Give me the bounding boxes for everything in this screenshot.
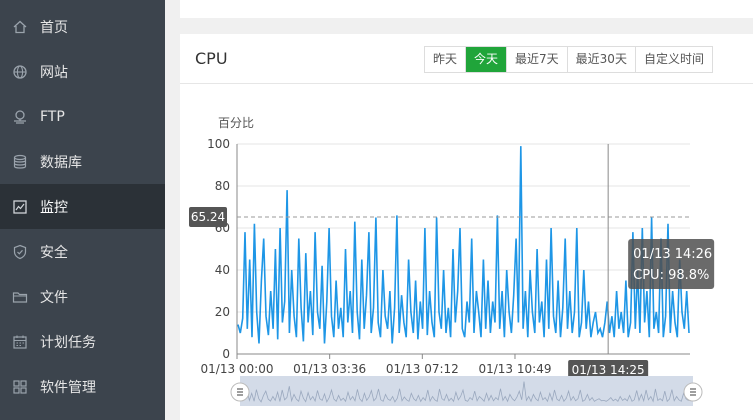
database-icon: [12, 154, 28, 170]
cpu-panel: CPU 昨天 今天 最近7天 最近30天 自定义时间 百分比 0 20 40 60 80…: [180, 34, 753, 420]
sidebar-item-label: 监控: [40, 199, 68, 216]
app-window: 首页 网站 FTP 数据库 监控 安全 文件 计划任务 软件管理 CPU 昨天 …: [0, 0, 753, 420]
y-axis-title: 百分比: [218, 116, 254, 130]
zoom-handle-left[interactable]: [230, 382, 250, 402]
y-tick-label: 80: [215, 179, 230, 193]
ftp-icon: [12, 109, 28, 125]
sidebar-item-cron[interactable]: 计划任务: [0, 319, 165, 364]
sidebar-item-security[interactable]: 安全: [0, 229, 165, 274]
zoom-handle-right[interactable]: [683, 382, 703, 402]
sidebar-item-label: 首页: [40, 19, 68, 36]
zoom-slider[interactable]: [230, 376, 703, 406]
previous-panel: [180, 0, 753, 18]
tooltip-time: 01/13 14:26: [633, 247, 712, 262]
sidebar-item-label: FTP: [40, 108, 65, 125]
x-tick-label: 01/13 10:49: [478, 362, 551, 376]
globe-icon: [12, 64, 28, 80]
monitor-icon: [12, 199, 28, 215]
y-tick-label: 20: [215, 305, 230, 319]
tooltip-value: CPU: 98.8%: [633, 268, 709, 283]
x-tick-label: 01/13 07:12: [386, 362, 459, 376]
y-tick-label: 100: [207, 137, 230, 151]
home-icon: [12, 19, 28, 35]
sidebar-item-websites[interactable]: 网站: [0, 49, 165, 94]
x-tick-label: 01/13 03:36: [293, 362, 366, 376]
x-tick-label: 01/13 00:00: [201, 362, 274, 376]
sidebar-item-monitor[interactable]: 监控: [0, 184, 165, 229]
sidebar-item-database[interactable]: 数据库: [0, 139, 165, 184]
sidebar-item-files[interactable]: 文件: [0, 274, 165, 319]
crosshair-value-tag: 65.24: [189, 206, 227, 227]
sidebar-item-label: 软件管理: [40, 379, 96, 396]
calendar-icon: [12, 334, 28, 350]
sidebar-item-label: 网站: [40, 64, 68, 81]
sidebar-item-label: 安全: [40, 244, 68, 261]
cpu-series-line: [237, 146, 690, 344]
hover-time-label: 01/13 14:25: [572, 363, 645, 377]
sidebar-item-home[interactable]: 首页: [0, 4, 165, 49]
sidebar: 首页 网站 FTP 数据库 监控 安全 文件 计划任务 软件管理: [0, 0, 165, 420]
folder-icon: [12, 289, 28, 305]
sidebar-item-label: 数据库: [40, 154, 82, 171]
sidebar-item-label: 计划任务: [40, 334, 96, 351]
apps-icon: [12, 379, 28, 395]
zoom-slider-track: [240, 376, 693, 406]
sidebar-item-label: 文件: [40, 289, 68, 306]
y-tick-label: 40: [215, 263, 230, 277]
sidebar-item-ftp[interactable]: FTP: [0, 94, 165, 139]
crosshair-value-label: 65.24: [191, 210, 225, 224]
cpu-line-chart: 百分比 020406080100 01/13 00:00 01/13 03:36 0…: [189, 116, 715, 406]
sidebar-item-software[interactable]: 软件管理: [0, 364, 165, 409]
chart-tooltip: 01/13 14:26 CPU: 98.8%: [628, 239, 715, 289]
y-tick-label: 0: [222, 347, 230, 361]
shield-icon: [12, 244, 28, 260]
